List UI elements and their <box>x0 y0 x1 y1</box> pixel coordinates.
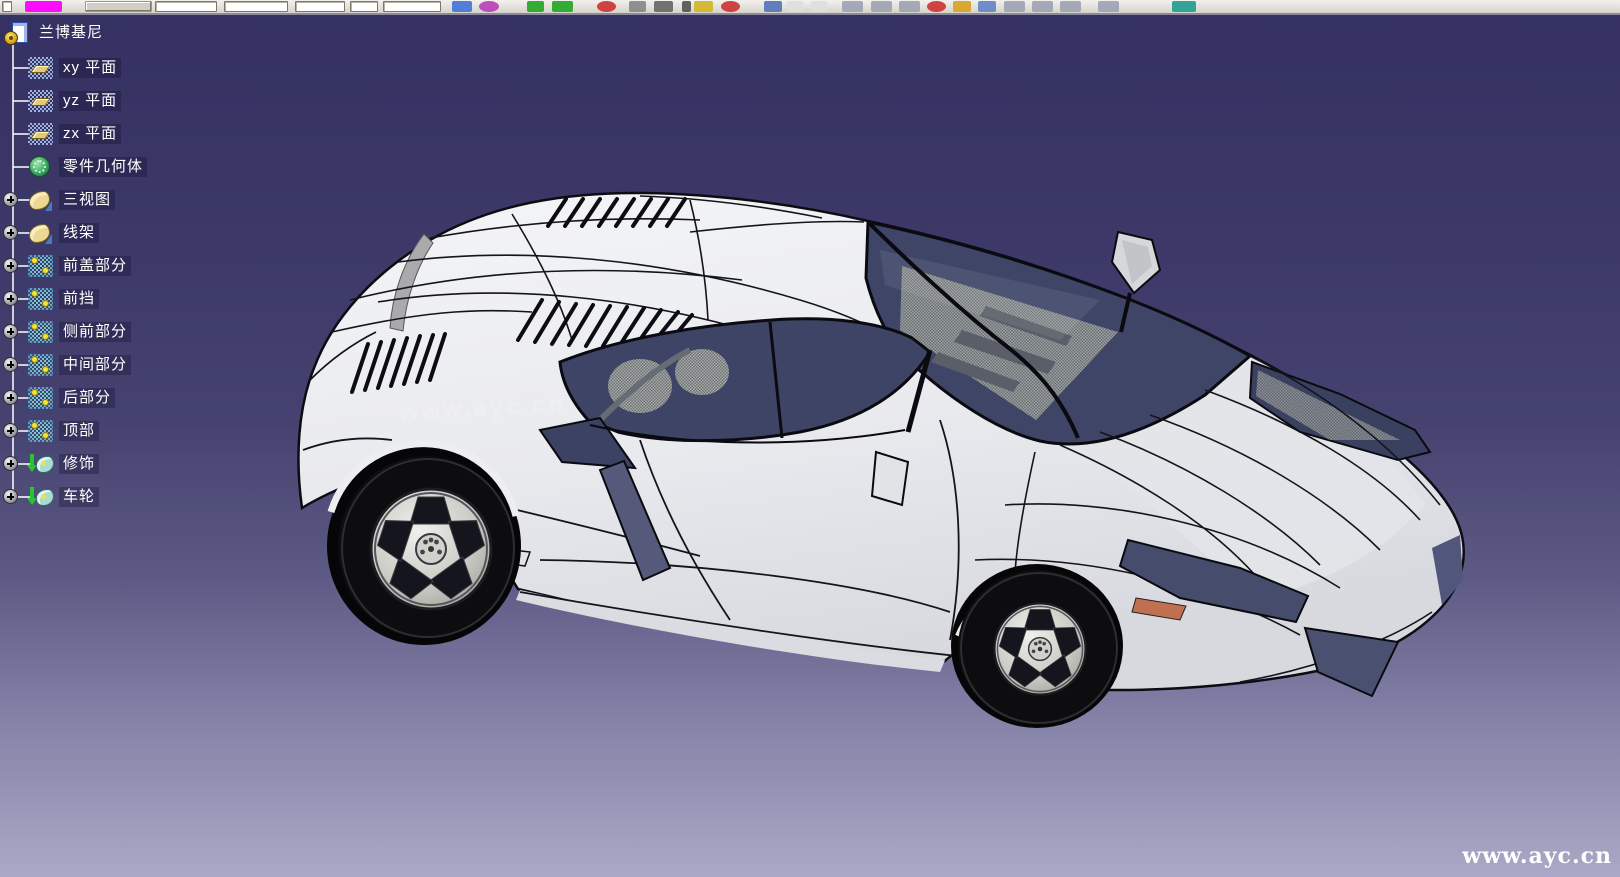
pencil-icon[interactable] <box>629 1 646 12</box>
tree-item-label[interactable]: yz 平面 <box>59 91 121 111</box>
expand-icon[interactable] <box>3 357 18 372</box>
paint-icon[interactable] <box>978 1 996 12</box>
tree-item-top[interactable]: 顶部 <box>28 416 99 446</box>
slash-icon[interactable] <box>597 1 616 12</box>
tool-icon-5[interactable] <box>1032 1 1053 12</box>
tree-item-label[interactable]: 修饰 <box>59 454 99 474</box>
geometrical-set-hidden-icon <box>28 288 53 310</box>
tree-item-middle[interactable]: 中间部分 <box>28 350 131 380</box>
point-icon[interactable] <box>682 1 691 12</box>
tree-item-label[interactable]: zx 平面 <box>59 124 121 144</box>
tool-icon-6[interactable] <box>1060 1 1081 12</box>
tree-item-trim[interactable]: 修饰 <box>28 449 99 479</box>
tree-item-label[interactable]: 后部分 <box>59 388 115 408</box>
expand-icon[interactable] <box>3 258 18 273</box>
side-mirror-left[interactable] <box>872 452 908 505</box>
combo-c[interactable] <box>295 1 345 12</box>
part-document-icon <box>4 22 29 44</box>
plane-icon <box>28 90 53 112</box>
tree-root-item[interactable]: 兰博基尼 <box>4 18 107 48</box>
graph-icon[interactable] <box>452 1 472 12</box>
view-mode-combo[interactable] <box>85 1 152 12</box>
tree-item-three-views[interactable]: 三视图 <box>28 185 115 215</box>
geometrical-set-icon <box>28 222 53 244</box>
page-icon[interactable] <box>787 1 803 12</box>
tree-item-label[interactable]: 中间部分 <box>59 355 131 375</box>
key-icon[interactable] <box>953 1 971 12</box>
expand-icon[interactable] <box>3 423 18 438</box>
tool-icon-3[interactable] <box>899 1 920 12</box>
clipboard-icon[interactable] <box>811 1 827 12</box>
expand-icon[interactable] <box>3 489 18 504</box>
rear-wheel[interactable] <box>327 444 521 645</box>
tree-item-label[interactable]: 线架 <box>59 223 99 243</box>
forbid-icon[interactable] <box>721 1 740 12</box>
tree-item-wireframe[interactable]: 线架 <box>28 218 99 248</box>
combo-d[interactable] <box>350 1 378 12</box>
update-all-icon[interactable] <box>552 1 573 12</box>
tree-item-label[interactable]: 顶部 <box>59 421 99 441</box>
expand-icon[interactable] <box>3 390 18 405</box>
tree-item-zx-plane[interactable]: zx 平面 <box>28 119 121 149</box>
site-watermark: www.ayc.cn <box>1462 843 1612 869</box>
ordered-geometrical-set-icon <box>28 453 53 475</box>
tree-item-label[interactable]: 前盖部分 <box>59 256 131 276</box>
expand-icon[interactable] <box>3 456 18 471</box>
tree-item-wheels[interactable]: 车轮 <box>28 482 99 512</box>
sphere-icon[interactable] <box>479 1 499 12</box>
tree-item-label[interactable]: xy 平面 <box>59 58 121 78</box>
tree-item-label[interactable]: 侧前部分 <box>59 322 131 342</box>
tree-item-rear[interactable]: 后部分 <box>28 383 115 413</box>
combo-e[interactable] <box>383 1 441 12</box>
blank-field[interactable] <box>2 1 12 12</box>
geometrical-set-hidden-icon <box>28 420 53 442</box>
catia-window: { "window": { "watermark": "www.ayc.cn",… <box>0 0 1620 877</box>
tree-item-label[interactable]: 车轮 <box>59 487 99 507</box>
expand-icon[interactable] <box>3 192 18 207</box>
tree-item-xy-plane[interactable]: xy 平面 <box>28 53 121 83</box>
tool-icon-1[interactable] <box>842 1 863 12</box>
tree-item-front-cover[interactable]: 前盖部分 <box>28 251 131 281</box>
expand-icon[interactable] <box>3 225 18 240</box>
tool-icon-4[interactable] <box>1004 1 1025 12</box>
tree-item-label[interactable]: 零件几何体 <box>59 157 147 177</box>
geometrical-set-hidden-icon <box>28 387 53 409</box>
expand-icon[interactable] <box>3 291 18 306</box>
color-swatch[interactable] <box>25 1 62 12</box>
tree-root-label[interactable]: 兰博基尼 <box>35 23 107 43</box>
tree-item-front-shield[interactable]: 前挡 <box>28 284 99 314</box>
tree-item-side-front[interactable]: 侧前部分 <box>28 317 131 347</box>
tree-item-label[interactable]: 三视图 <box>59 190 115 210</box>
tree-item-label[interactable]: 前挡 <box>59 289 99 309</box>
geometrical-set-hidden-icon <box>28 321 53 343</box>
specification-tree: 兰博基尼 xy 平面 yz 平面 zx 平面 零件几何体 三视图 线架 前盖部分… <box>0 0 260 560</box>
forbid-icon-2[interactable] <box>927 1 946 12</box>
plane-icon <box>28 123 53 145</box>
tree-item-partbody[interactable]: 零件几何体 <box>28 152 147 182</box>
partbody-icon <box>28 156 53 178</box>
ordered-geometrical-set-icon <box>28 486 53 508</box>
tool-icon-2[interactable] <box>871 1 892 12</box>
geometrical-set-icon <box>28 189 53 211</box>
combo-a[interactable] <box>155 1 217 12</box>
plane-icon <box>28 57 53 79</box>
tool-icon-7[interactable] <box>1098 1 1119 12</box>
geometrical-set-hidden-icon <box>28 354 53 376</box>
combo-b[interactable] <box>224 1 288 12</box>
update-icon[interactable] <box>527 1 544 12</box>
measure-icon[interactable] <box>1172 1 1196 12</box>
front-wheel[interactable] <box>951 564 1123 728</box>
arc-icon[interactable] <box>654 1 673 12</box>
expand-icon[interactable] <box>3 324 18 339</box>
table-icon[interactable] <box>694 1 713 12</box>
top-toolbar <box>0 0 1620 15</box>
tree-item-yz-plane[interactable]: yz 平面 <box>28 86 121 116</box>
pen-icon[interactable] <box>764 1 782 12</box>
geometrical-set-hidden-icon <box>28 255 53 277</box>
